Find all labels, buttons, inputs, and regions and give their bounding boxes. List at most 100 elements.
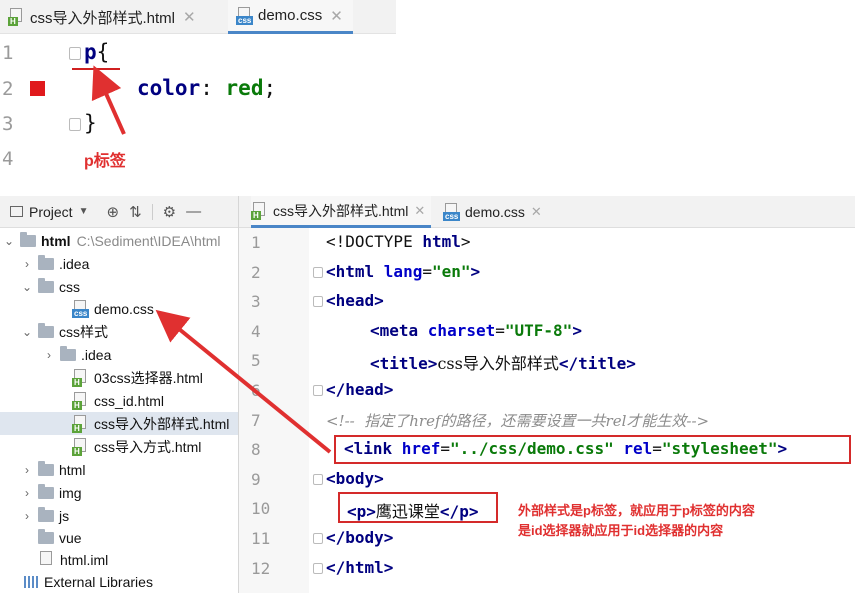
tree-item-html-folder[interactable]: › html — [0, 458, 238, 481]
code-line-1[interactable]: 1 p{ — [0, 36, 396, 70]
chevron-down-icon[interactable]: ⌄ — [22, 280, 32, 294]
project-title[interactable]: Project — [29, 204, 73, 220]
open-brace: { — [96, 40, 110, 64]
line-number: 6 — [251, 381, 261, 400]
line-number: 2 — [2, 78, 14, 100]
chevron-down-icon[interactable]: ▼ — [79, 206, 89, 217]
gear-icon[interactable]: ⚙ — [163, 203, 176, 221]
tag-open: <html — [326, 261, 384, 281]
doctype: <!DOCTYPE — [326, 232, 423, 251]
project-path: C:\Sediment\IDEA\html — [76, 232, 221, 249]
tree-item-img[interactable]: › img — [0, 481, 238, 504]
tree-item-label: External Libraries — [44, 573, 153, 590]
tree-item-external-libraries[interactable]: External Libraries — [0, 570, 238, 593]
tree-item-idea-sub[interactable]: › .idea — [0, 343, 238, 366]
code-line-11[interactable]: 11 </body> — [239, 524, 855, 554]
collapse-icon[interactable]: ⇅ — [129, 203, 142, 221]
tree-item-css-styles[interactable]: ⌄ css样式 — [0, 320, 238, 343]
tab-css-import-html[interactable]: H css导入外部样式.html ✕ — [8, 0, 196, 34]
semicolon: ; — [263, 76, 277, 100]
bottom-tab-bar: H css导入外部样式.html ✕ css demo.css ✕ — [239, 196, 855, 228]
fold-icon[interactable] — [313, 385, 323, 396]
tab-css-import-html[interactable]: H css导入外部样式.html ✕ — [251, 196, 432, 228]
chevron-right-icon[interactable]: › — [22, 509, 32, 523]
tab-demo-css[interactable]: css demo.css ✕ — [228, 0, 353, 34]
line-number: 4 — [251, 321, 261, 341]
tab-label: css导入外部样式.html — [273, 202, 409, 219]
chevron-down-icon[interactable]: ⌄ — [4, 234, 14, 248]
tree-item-js[interactable]: › js — [0, 504, 238, 527]
code-line-6[interactable]: 6 </head> — [239, 376, 855, 406]
fold-icon[interactable] — [313, 562, 323, 574]
code-line-4[interactable]: 4 — [0, 142, 396, 176]
equals: = — [422, 261, 432, 281]
chevron-right-icon[interactable]: › — [44, 348, 54, 362]
code-line-5[interactable]: 5 <title>css导入外部样式</title> — [239, 346, 855, 376]
chevron-down-icon[interactable]: ⌄ — [22, 325, 32, 339]
fold-icon[interactable] — [69, 47, 81, 60]
chevron-right-icon[interactable]: › — [22, 257, 32, 271]
tree-item-03css-selector[interactable]: H 03css选择器.html — [0, 366, 238, 389]
tag-open: <title> — [370, 354, 438, 374]
folder-icon — [38, 254, 54, 270]
code-line-1[interactable]: 1 <!DOCTYPE html> — [239, 228, 855, 258]
tree-item-label: css — [59, 278, 80, 295]
code-line-12[interactable]: 12 </html> — [239, 554, 855, 584]
fold-icon[interactable] — [313, 473, 323, 485]
tag-close: </body> — [326, 528, 394, 547]
folder-icon — [38, 483, 54, 499]
close-icon[interactable]: ✕ — [414, 203, 425, 219]
code-line-3[interactable]: 3 <head> — [239, 287, 855, 317]
html-file-icon: H — [72, 437, 88, 456]
code-line-3[interactable]: 3 } — [0, 107, 396, 141]
line-number: 4 — [2, 148, 14, 170]
line-number: 5 — [251, 351, 261, 371]
css-selector: p — [84, 40, 97, 64]
fold-icon[interactable] — [313, 533, 323, 544]
fold-icon[interactable] — [313, 266, 323, 278]
breakpoint-icon[interactable] — [30, 81, 45, 96]
line-number: 12 — [251, 558, 271, 578]
css-property: color — [137, 76, 201, 100]
fold-icon[interactable] — [69, 118, 81, 131]
selector-underline — [72, 68, 120, 70]
code-line-9[interactable]: 9 <body> — [239, 465, 855, 495]
code-line-7[interactable]: 7 <!-- 指定了href的路径，还需要设置一共rel才能生效--> — [239, 406, 855, 436]
tree-item-label: html — [41, 232, 71, 249]
tree-item-css-import-external[interactable]: H css导入外部样式.html — [0, 412, 238, 435]
target-icon[interactable]: ⊕ — [106, 203, 119, 221]
css-file-icon: css — [236, 6, 254, 25]
close-brace: } — [84, 111, 97, 135]
tree-item-html-iml[interactable]: html.iml — [0, 548, 238, 571]
tag-open: <head> — [326, 291, 384, 311]
tab-demo-css[interactable]: css demo.css ✕ — [443, 196, 542, 228]
code-line-2[interactable]: 2 <html lang="en"> — [239, 258, 855, 288]
html-file-icon: H — [72, 391, 88, 410]
tree-item-demo-css[interactable]: css demo.css — [0, 297, 238, 320]
tag-close: </html> — [326, 557, 394, 577]
minimize-icon[interactable]: — — [186, 203, 201, 220]
close-icon[interactable]: ✕ — [330, 7, 343, 25]
code-line-2[interactable]: 2 color: red; — [0, 72, 396, 106]
chevron-right-icon[interactable]: › — [22, 463, 32, 477]
tree-item-css-import-methods[interactable]: H css导入方式.html — [0, 435, 238, 458]
tree-item-html-root[interactable]: ⌄ html C:\Sediment\IDEA\html — [0, 229, 238, 252]
chevron-right-icon[interactable]: › — [22, 486, 32, 500]
tree-item-vue[interactable]: vue — [0, 526, 238, 549]
tree-item-idea[interactable]: › .idea — [0, 252, 238, 275]
folder-icon — [38, 528, 54, 544]
close-icon[interactable]: ✕ — [183, 8, 196, 26]
tree-item-css-id[interactable]: H css_id.html — [0, 389, 238, 412]
close-icon[interactable]: ✕ — [531, 204, 542, 220]
tag-close: </head> — [326, 380, 394, 399]
code-line-4[interactable]: 4 <meta charset="UTF-8"> — [239, 317, 855, 347]
css-file-icon: css — [443, 203, 461, 221]
tab-label: demo.css — [465, 204, 525, 220]
tree-item-label: css_id.html — [94, 392, 165, 409]
tree-item-label: html.iml — [60, 551, 109, 568]
equals: = — [495, 320, 505, 340]
tree-item-label: css导入方式.html — [94, 438, 202, 455]
tree-item-css[interactable]: ⌄ css — [0, 275, 238, 298]
iml-file-icon — [38, 550, 54, 569]
fold-icon[interactable] — [313, 296, 323, 308]
